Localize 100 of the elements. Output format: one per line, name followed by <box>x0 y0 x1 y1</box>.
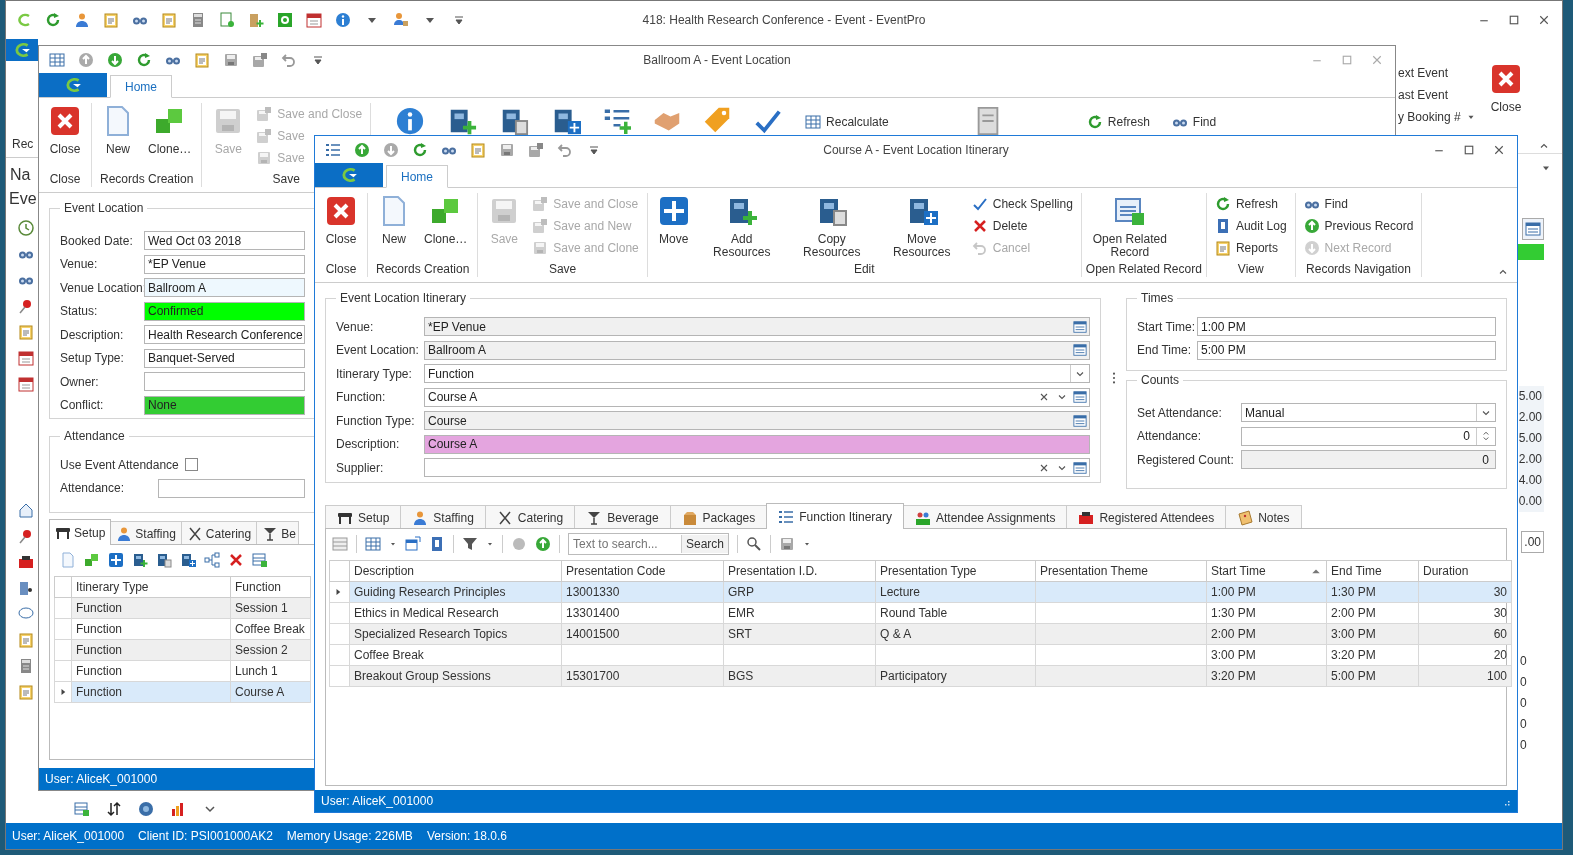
calculator-icon[interactable] <box>190 12 206 28</box>
ribbon-button[interactable]: ast Event <box>1398 87 1478 103</box>
tab[interactable]: Be <box>256 521 299 545</box>
clipboard-icon[interactable] <box>161 12 177 28</box>
tab[interactable]: Staffing <box>400 505 486 529</box>
tab[interactable]: Notes <box>1225 505 1302 529</box>
ribbon-button[interactable]: New <box>372 193 416 262</box>
chat-icon[interactable] <box>18 606 34 622</box>
ribbon-button[interactable]: New <box>96 103 140 172</box>
tab[interactable]: Catering <box>484 505 576 529</box>
tab[interactable]: Function Itinerary <box>766 503 904 529</box>
ribbon-button[interactable]: Copy Resources <box>787 193 876 262</box>
app-menu-button[interactable] <box>315 163 383 187</box>
table-row[interactable]: Ethics in Medical Research 13301400 EMR Round Table 1:30 PM 2:00 PM 30 <box>329 602 1512 624</box>
gear-icon[interactable] <box>277 12 293 28</box>
calendar-icon[interactable] <box>306 12 322 28</box>
globe-icon[interactable] <box>138 801 154 817</box>
ribbon-button[interactable]: Close <box>319 193 363 262</box>
clipboard-icon[interactable] <box>103 12 119 28</box>
table-icon[interactable] <box>49 51 65 68</box>
form-icon[interactable] <box>1073 413 1087 428</box>
clipboard-icon[interactable] <box>470 141 486 158</box>
ribbon-tab[interactable]: Home <box>110 75 172 98</box>
lookup-field[interactable]: Course <box>424 411 1090 431</box>
text-field[interactable] <box>158 478 305 498</box>
ribbon-button[interactable]: Clone… <box>418 193 474 262</box>
undo-icon[interactable] <box>281 51 297 68</box>
ribbon-button[interactable]: Clone… <box>142 103 198 172</box>
tab[interactable]: Setup <box>325 505 402 529</box>
search-icon[interactable] <box>746 536 763 552</box>
server-arrows-icon[interactable] <box>180 552 196 568</box>
caret-icon[interactable] <box>486 540 494 548</box>
column-header[interactable]: Start Time <box>1206 560 1327 582</box>
ribbon-button[interactable]: Find <box>1171 114 1217 130</box>
pin-icon[interactable] <box>18 298 34 314</box>
save-icon[interactable] <box>499 141 515 158</box>
ribbon-button[interactable]: Check Spelling <box>971 196 1073 212</box>
text-field[interactable]: Banquet-Served <box>144 348 305 368</box>
refresh-icon[interactable] <box>412 141 428 158</box>
table-row[interactable]: Specialized Research Topics 14001500 SRT Q & A 2:00 PM 3:00 PM 60 <box>329 623 1512 645</box>
clipboard-icon[interactable] <box>194 51 210 68</box>
text-field[interactable]: *EP Venue <box>144 254 305 274</box>
ribbon-button[interactable]: Refresh <box>1086 114 1150 130</box>
ribbon-tab[interactable]: Home <box>386 165 448 188</box>
text-field[interactable]: Ballroom A <box>144 278 305 298</box>
text-field[interactable]: 1:00 PM <box>1197 317 1496 337</box>
app-menu-button[interactable] <box>6 39 38 61</box>
form-icon[interactable] <box>1073 460 1087 475</box>
text-field[interactable]: Course A <box>424 434 1090 454</box>
text-field[interactable] <box>144 372 305 392</box>
ribbon-button[interactable]: Find <box>1303 196 1348 212</box>
text-field[interactable]: Wed Oct 03 2018 <box>144 231 305 251</box>
save-icon[interactable] <box>252 51 268 68</box>
table-row[interactable]: Function Course A <box>54 681 311 703</box>
text-field[interactable]: Confirmed <box>144 301 305 321</box>
column-header[interactable]: Presentation Type <box>875 560 1036 582</box>
server-plus-icon[interactable] <box>132 552 148 568</box>
ribbon-button[interactable]: ext Event <box>1398 65 1478 81</box>
text-field[interactable]: None <box>144 395 305 415</box>
column-header[interactable]: Function <box>230 576 311 598</box>
calculator-icon[interactable] <box>18 658 34 674</box>
dropdown-field[interactable]: Manual <box>1241 403 1496 423</box>
sort-icon[interactable] <box>106 801 122 817</box>
delete-icon[interactable] <box>228 552 244 568</box>
ribbon-button[interactable]: Add Resources <box>697 193 786 262</box>
close-icon[interactable] <box>1538 14 1550 26</box>
table-row[interactable]: Function Session 1 <box>54 597 311 619</box>
search-button[interactable]: Search <box>681 535 729 553</box>
form-icon[interactable] <box>1073 319 1087 334</box>
save-icon[interactable] <box>528 141 544 158</box>
form-icon[interactable] <box>1525 221 1541 237</box>
ribbon-button[interactable]: Move <box>651 193 696 262</box>
lookup-field[interactable]: *EP Venue <box>424 317 1090 337</box>
card-icon[interactable] <box>18 554 34 570</box>
server-pages-icon[interactable] <box>156 552 172 568</box>
refresh-icon[interactable] <box>45 12 61 28</box>
lookup-field[interactable]: Ballroom A <box>424 340 1090 360</box>
calendar-icon[interactable] <box>18 350 34 366</box>
text-field[interactable]: Health Research Conference <box>144 325 305 345</box>
table-icon[interactable] <box>252 552 268 568</box>
network-icon[interactable] <box>204 552 220 568</box>
pin-icon[interactable] <box>18 528 34 544</box>
log-icon[interactable] <box>429 536 445 552</box>
person-icon[interactable] <box>74 12 90 28</box>
column-header[interactable]: End Time <box>1326 560 1419 582</box>
close-button[interactable]: Close <box>1484 61 1528 114</box>
tab[interactable]: Registered Attendees <box>1066 505 1227 529</box>
document-plus-icon[interactable] <box>219 12 235 28</box>
clipboard-icon[interactable] <box>18 324 34 340</box>
clipboard-icon[interactable] <box>18 632 34 648</box>
combo-field[interactable]: Course A <box>424 387 1090 407</box>
ribbon-button[interactable]: Close <box>43 103 87 172</box>
refresh-icon[interactable] <box>136 51 152 68</box>
clock-icon[interactable] <box>18 220 34 236</box>
menu-button[interactable]: y Booking # <box>1398 109 1478 125</box>
maximize-icon[interactable] <box>1508 14 1520 26</box>
ribbon-button[interactable]: Audit Log <box>1214 218 1287 234</box>
table-icon[interactable] <box>74 801 90 817</box>
ribbon-button[interactable]: Reports <box>1214 240 1278 256</box>
table-row[interactable]: Function Coffee Break <box>54 618 311 640</box>
